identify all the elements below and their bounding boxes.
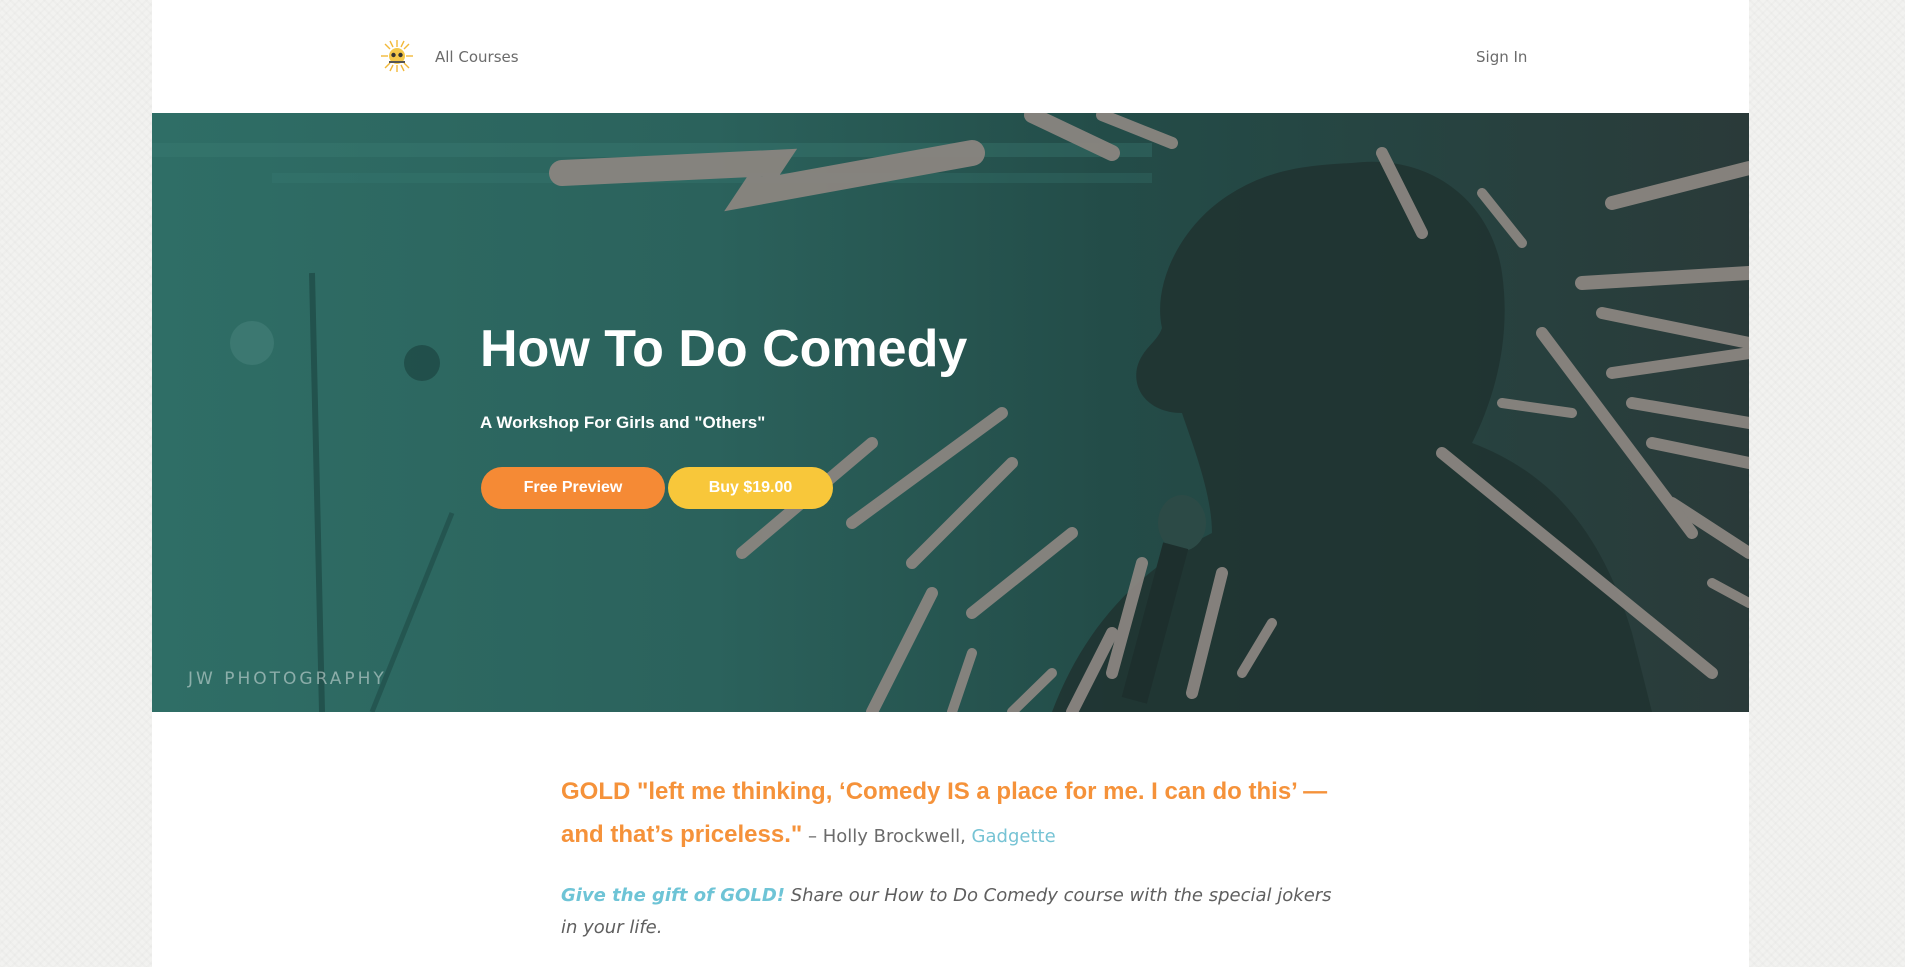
gift-link[interactable]: Give the gift of GOLD! [561,885,785,906]
nav-sign-in-link[interactable]: Sign In [1476,48,1527,66]
hero-banner: JW PHOTOGRAPHY How To Do Comedy A Worksh… [152,113,1749,712]
testimonial-quote: GOLD "left me thinking, ‘Comedy IS a pla… [561,770,1341,858]
course-title: How To Do Comedy [480,320,968,378]
hero-background-illustration [152,113,1749,712]
free-preview-button[interactable]: Free Preview [481,467,665,509]
course-description: GOLD "left me thinking, ‘Comedy IS a pla… [561,770,1341,944]
gold-logo-icon[interactable] [380,39,414,73]
page-wrapper: All Courses Sign In JW PHOTOGRAPHY How T… [152,0,1749,967]
buy-course-button[interactable]: Buy $19.00 [668,467,833,509]
gift-paragraph: Give the gift of GOLD! Share our How to … [561,880,1341,944]
photo-watermark: JW PHOTOGRAPHY [188,669,387,689]
top-navbar: All Courses Sign In [152,0,1749,113]
course-subtitle: A Workshop For Girls and "Others" [480,413,766,432]
testimonial-attribution: – Holly Brockwell, [802,826,972,847]
testimonial-source-link[interactable]: Gadgette [972,826,1056,847]
nav-all-courses-link[interactable]: All Courses [435,48,519,66]
